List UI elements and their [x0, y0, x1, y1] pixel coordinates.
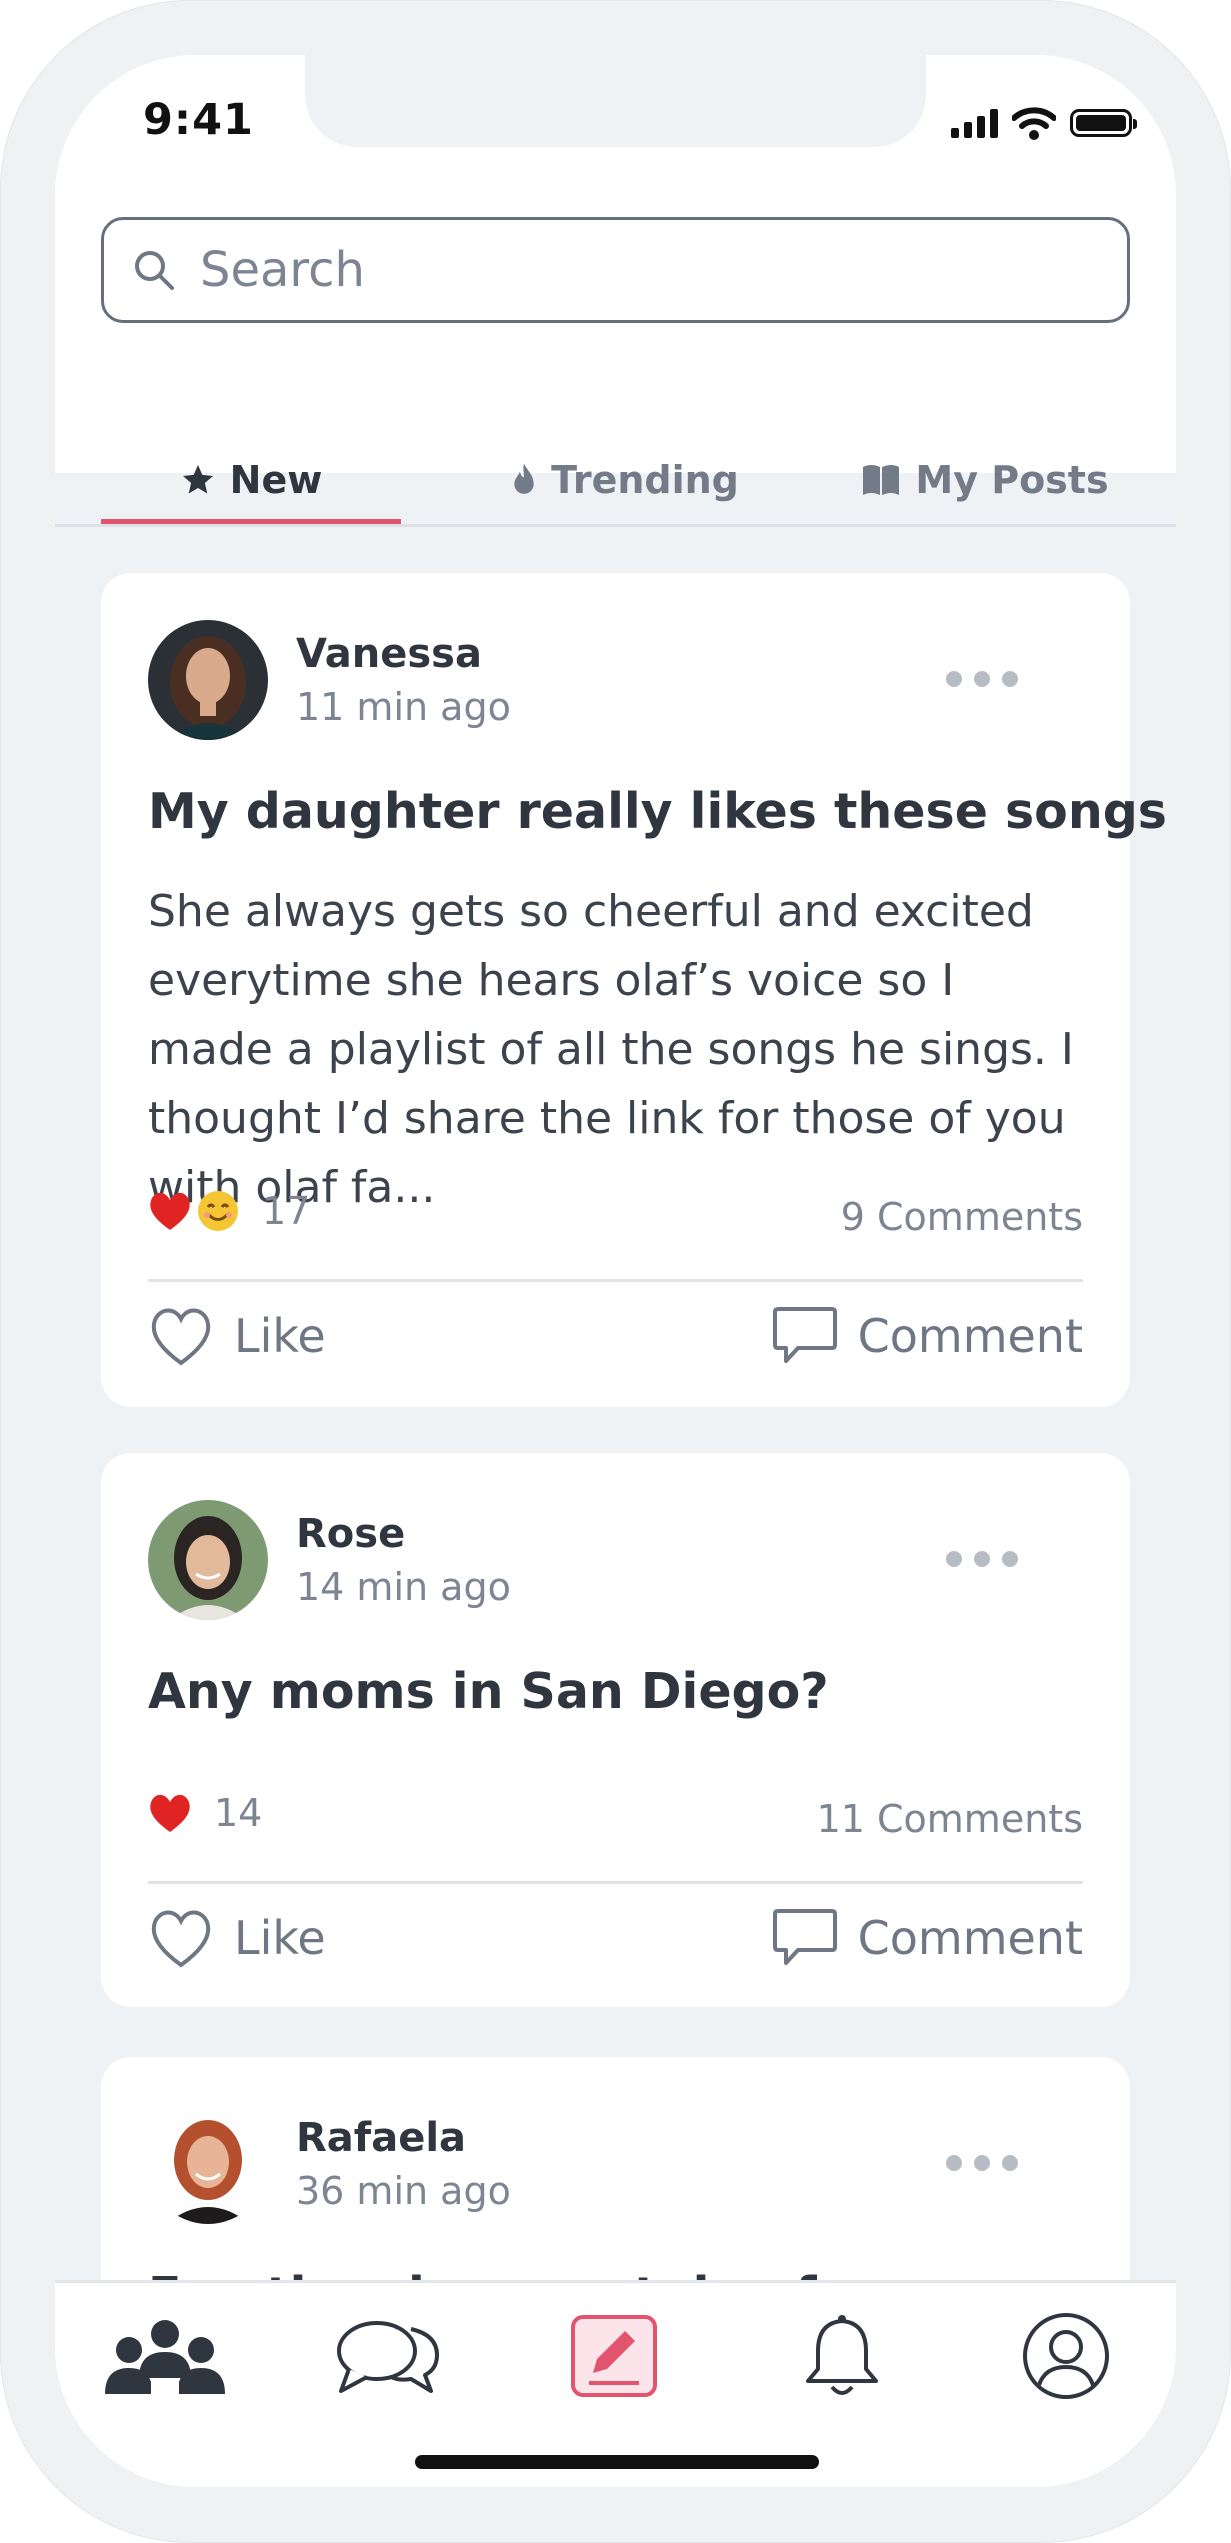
- post-time: 14 min ago: [296, 1565, 511, 1609]
- comment-button[interactable]: Comment: [772, 1305, 1083, 1367]
- tab-trending[interactable]: Trending: [475, 435, 775, 525]
- post-card[interactable]: Vanessa 11 min ago My daughter really li…: [101, 573, 1167, 1407]
- comment-button[interactable]: Comment: [772, 1907, 1083, 1969]
- status-icons: [951, 105, 1137, 141]
- chat-icon: [337, 2321, 439, 2393]
- heart-outline-icon: [151, 1308, 211, 1366]
- search-icon: [135, 251, 174, 290]
- star-icon: [182, 465, 213, 494]
- tab-my-posts[interactable]: My Posts: [835, 435, 1135, 525]
- avatar[interactable]: [148, 2104, 268, 2224]
- post-time: 36 min ago: [296, 2169, 511, 2213]
- profile-icon: [1023, 2313, 1109, 2399]
- reaction-count: 17: [262, 1189, 311, 1233]
- comment-count[interactable]: 9 Comments: [841, 1195, 1083, 1239]
- reactions[interactable]: 17: [148, 1189, 310, 1233]
- card-divider: [148, 1881, 1083, 1884]
- comment-icon: [772, 1909, 837, 1965]
- signal-icon: [951, 108, 998, 138]
- heart-emoji-icon: [150, 1794, 190, 1832]
- more-options-icon[interactable]: [946, 1551, 1018, 1567]
- post-author[interactable]: Rose: [296, 1511, 405, 1557]
- comment-icon: [772, 1307, 837, 1363]
- reaction-count: 14: [214, 1791, 263, 1835]
- reactions[interactable]: 14: [148, 1791, 262, 1835]
- tab-label: My Posts: [915, 458, 1109, 502]
- post-title[interactable]: Any moms in San Diego?: [148, 1663, 829, 1720]
- battery-icon: [1070, 109, 1137, 137]
- tab-label: Trending: [551, 458, 739, 502]
- like-button[interactable]: Like: [148, 1907, 326, 1969]
- more-options-icon[interactable]: [946, 671, 1018, 687]
- tab-new[interactable]: New: [101, 435, 401, 525]
- like-button[interactable]: Like: [148, 1305, 326, 1367]
- status-time: 9:41: [143, 95, 254, 145]
- flame-icon: [514, 463, 534, 494]
- post-author[interactable]: Rafaela: [296, 2115, 466, 2161]
- nav-profile[interactable]: [1001, 2301, 1131, 2411]
- search-input[interactable]: [198, 241, 1082, 299]
- post-card[interactable]: Rose 14 min ago Any moms in San Diego? 1…: [101, 1453, 1130, 2007]
- community-icon: [105, 2320, 225, 2394]
- nav-new-post[interactable]: [549, 2301, 679, 2411]
- search-bar[interactable]: [101, 217, 1130, 323]
- post-body[interactable]: She always gets so cheerful and excited …: [148, 877, 1088, 1222]
- heart-outline-icon: [151, 1910, 211, 1968]
- feed-tabs: New Trending My Posts: [55, 435, 1176, 525]
- avatar[interactable]: [148, 1500, 268, 1620]
- tab-divider: [55, 524, 1176, 527]
- post-time: 11 min ago: [296, 685, 511, 729]
- nav-notifications[interactable]: [777, 2301, 907, 2411]
- comment-count[interactable]: 11 Comments: [817, 1797, 1083, 1841]
- notch: [305, 55, 926, 147]
- compose-icon: [571, 2315, 657, 2397]
- book-icon: [863, 465, 900, 495]
- wifi-icon: [1012, 107, 1056, 140]
- post-title[interactable]: My daughter really likes these songs: [148, 783, 1167, 840]
- comment-label: Comment: [857, 1911, 1083, 1965]
- like-label: Like: [234, 1309, 326, 1363]
- nav-messages[interactable]: [323, 2301, 453, 2411]
- bell-icon: [806, 2315, 878, 2395]
- tab-label: New: [229, 458, 323, 502]
- app-screen: 9:41 New Trending: [55, 55, 1176, 2487]
- card-divider: [148, 1279, 1083, 1282]
- post-author[interactable]: Vanessa: [296, 631, 482, 677]
- like-label: Like: [234, 1911, 326, 1965]
- smile-emoji-icon: [198, 1191, 238, 1231]
- nav-community[interactable]: [100, 2301, 230, 2411]
- comment-label: Comment: [857, 1309, 1083, 1363]
- home-indicator[interactable]: [415, 2455, 819, 2469]
- more-options-icon[interactable]: [946, 2155, 1018, 2171]
- avatar[interactable]: [148, 620, 268, 740]
- heart-emoji-icon: [150, 1192, 190, 1230]
